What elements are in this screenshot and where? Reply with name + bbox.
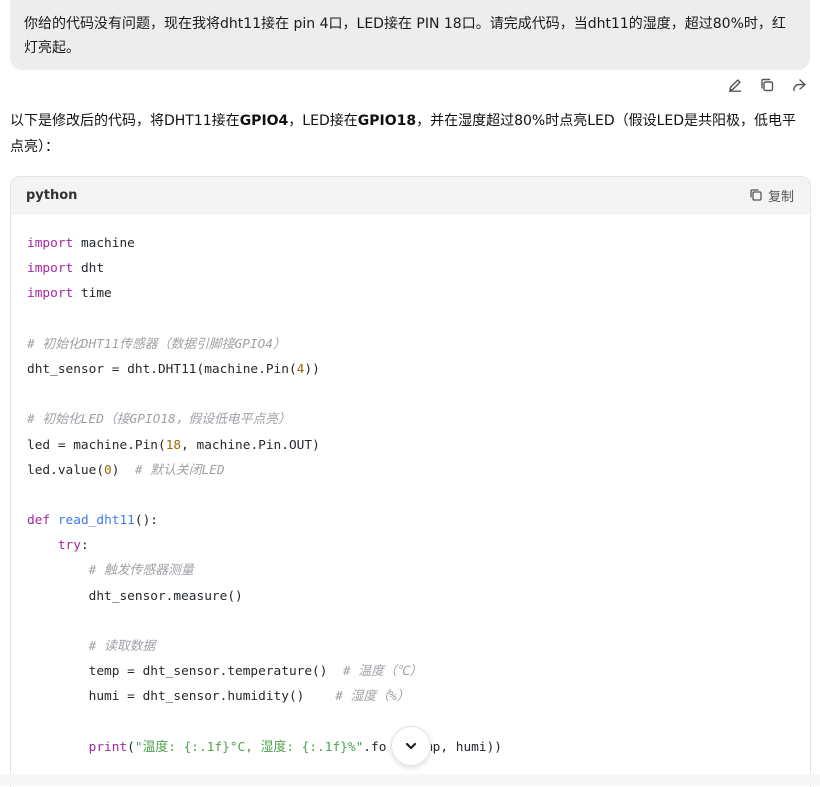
code-token: machine	[73, 236, 135, 251]
edit-icon[interactable]	[726, 76, 744, 94]
code-token: dht	[73, 261, 105, 277]
code-line: import time	[27, 281, 794, 306]
code-token: 0	[104, 462, 112, 478]
code-line: import machine	[27, 231, 794, 256]
code-token: # 湿度（%）	[335, 689, 410, 705]
code-token: 18	[165, 437, 182, 453]
code-token: led.value(	[27, 462, 105, 478]
copy-icon	[750, 189, 762, 201]
code-token: # 触发传感器测量	[88, 563, 194, 579]
copy-code-button[interactable]: 复制	[749, 186, 794, 205]
code-line: humi = dht_sensor.humidity() # 湿度（%）	[27, 684, 794, 709]
code-line: dht_sensor.measure()	[27, 584, 794, 609]
code-token: ))	[304, 361, 320, 377]
code-token: led = machine.Pin(	[27, 437, 166, 453]
code-token: humi = dht_sensor.humidity()	[27, 689, 336, 705]
code-line: # 触发传感器测量	[27, 558, 794, 583]
intro-text: ，LED接在	[288, 113, 358, 129]
code-token: # 初始化DHT11传感器（数据引脚接GPIO4）	[27, 336, 286, 352]
code-token: time	[73, 286, 112, 302]
code-token: # 初始化LED（接GPIO18，假设低电平点亮）	[27, 412, 291, 428]
share-icon[interactable]	[790, 76, 808, 94]
scroll-to-bottom-button[interactable]	[391, 726, 431, 766]
user-message-bubble: 你给的代码没有问题，现在我将dht11接在 pin 4口，LED接在 PIN 1…	[10, 0, 810, 70]
code-token: :	[80, 538, 89, 554]
code-line: # 初始化DHT11传感器（数据引脚接GPIO4）	[27, 332, 794, 357]
code-token: # 读取数据	[88, 639, 156, 654]
code-token: def	[27, 513, 51, 529]
code-token: dht_sensor.measure()	[27, 588, 243, 604]
code-token: try	[57, 538, 81, 554]
user-message-text: 你给的代码没有问题，现在我将dht11接在 pin 4口，LED接在 PIN 1…	[24, 16, 786, 56]
code-token: print	[88, 739, 128, 755]
answer-intro: 以下是修改后的代码，将DHT11接在GPIO4，LED接在GPIO18，并在湿度…	[10, 108, 810, 160]
code-line: # 读取数据	[27, 634, 794, 659]
code-line: dht_sensor = dht.DHT11(machine.Pin(4))	[27, 357, 794, 382]
code-line: led = machine.Pin(18, machine.Pin.OUT)	[27, 433, 794, 458]
code-token: read_dht11	[57, 513, 135, 529]
code-line: import dht	[27, 256, 794, 281]
code-line: def read_dht11():	[27, 508, 794, 533]
code-token: , machine.Pin.OUT)	[181, 437, 320, 453]
intro-emphasis: GPIO4	[239, 113, 289, 129]
chevron-down-icon	[405, 742, 417, 750]
intro-text: 以下是修改后的代码，将DHT11接在	[10, 113, 240, 129]
code-block: python 复制 import machine import dht import…	[10, 176, 811, 787]
code-line: # 初始化LED（接GPIO18，假设低电平点亮）	[27, 407, 794, 432]
bottom-edge	[0, 774, 820, 786]
code-line: led.value(0) # 默认关闭LED	[27, 458, 794, 483]
code-body: import machine import dht import time # 初始…	[11, 214, 810, 760]
code-token: # 默认关闭LED	[134, 462, 225, 478]
code-token: .fo	[363, 739, 387, 755]
copy-code-label: 复制	[767, 189, 794, 205]
code-token: )	[111, 462, 135, 478]
code-line: temp = dht_sensor.temperature() # 温度（℃）	[27, 659, 794, 684]
code-block-header: python 复制	[11, 177, 810, 214]
code-token: import	[27, 236, 74, 251]
code-token: temp = dht_sensor.temperature()	[27, 664, 343, 680]
code-token: (	[127, 739, 135, 755]
copy-icon[interactable]	[758, 76, 776, 94]
code-token: "温度: {:.1f}°C, 湿度: {:.1f}%"	[134, 739, 364, 755]
code-token: # 温度（℃）	[342, 664, 423, 680]
message-actions	[726, 76, 808, 94]
code-token: ():	[134, 513, 159, 529]
code-language-label: python	[26, 187, 78, 203]
code-token: dht_sensor = dht.DHT11(machine.Pin(	[27, 361, 297, 377]
intro-emphasis: GPIO18	[357, 113, 417, 129]
code-line: try:	[27, 533, 794, 558]
code-token: import	[27, 261, 74, 277]
code-token: import	[27, 286, 74, 302]
